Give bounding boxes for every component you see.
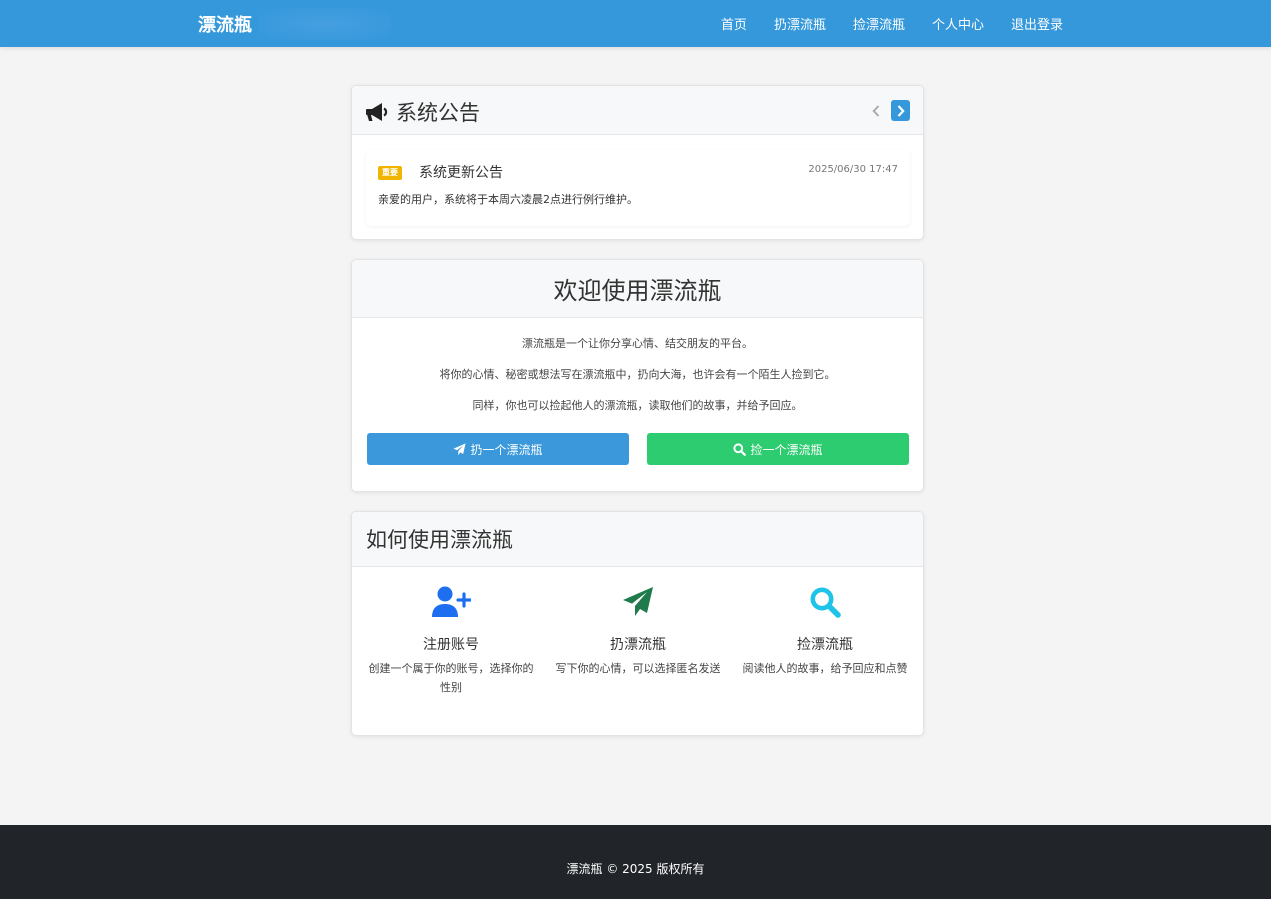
next-announcement-button[interactable] bbox=[891, 100, 910, 121]
feature-throw-desc: 写下你的心情，可以选择匿名发送 bbox=[555, 662, 721, 675]
paper-plane-icon bbox=[453, 442, 467, 455]
feature-pick-title: 捡漂流瓶 bbox=[797, 637, 853, 653]
feature-pick: 捡漂流瓶 阅读他人的故事，给予回应和点赞 bbox=[738, 584, 912, 678]
navbar: 漂流瓶 首页 扔漂流瓶 捡漂流瓶 个人中心 退出登录 bbox=[0, 0, 1271, 47]
nav-pick-bottle[interactable]: 捡漂流瓶 bbox=[853, 14, 905, 33]
howto-header: 如何使用漂流瓶 bbox=[352, 512, 923, 567]
announcement-title-text: 系统公告 bbox=[396, 101, 480, 125]
nav-profile[interactable]: 个人中心 bbox=[932, 14, 984, 33]
nav-throw-bottle[interactable]: 扔漂流瓶 bbox=[774, 14, 826, 33]
welcome-title: 欢迎使用漂流瓶 bbox=[553, 277, 722, 305]
feature-register: 注册账号 创建一个属于你的账号，选择你的性别 bbox=[364, 584, 538, 697]
announcement-header: 系统公告 bbox=[352, 86, 923, 135]
welcome-line-1: 漂流瓶是一个让你分享心情、结交朋友的平台。 bbox=[522, 337, 753, 350]
welcome-line-2: 将你的心情、秘密或想法写在漂流瓶中，扔向大海，也许会有一个陌生人捡到它。 bbox=[439, 368, 836, 381]
welcome-line-3: 同样，你也可以捡起他人的漂流瓶，读取他们的故事，并给予回应。 bbox=[472, 399, 803, 412]
throw-bottle-button[interactable]: 扔一个漂流瓶 bbox=[367, 433, 629, 465]
footer-copyright: 漂流瓶 © 2025 版权所有 bbox=[566, 862, 705, 876]
feature-pick-desc: 阅读他人的故事，给予回应和点赞 bbox=[742, 662, 908, 675]
chevron-right-icon bbox=[897, 104, 905, 117]
paper-plane-icon bbox=[623, 587, 653, 616]
announcement-date: 2025/06/30 17:47 bbox=[808, 164, 898, 175]
importance-badge: 重要 bbox=[378, 166, 402, 180]
announcement-body: 亲爱的用户，系统将于本周六凌晨2点进行例行维护。 bbox=[378, 193, 638, 206]
feature-register-desc: 创建一个属于你的账号，选择你的性别 bbox=[368, 662, 534, 694]
chevron-left-icon bbox=[872, 105, 880, 117]
welcome-card: 欢迎使用漂流瓶 漂流瓶是一个让你分享心情、结交朋友的平台。 将你的心情、秘密或想… bbox=[351, 259, 924, 492]
throw-bottle-label: 扔一个漂流瓶 bbox=[470, 442, 543, 457]
previous-announcement-button[interactable] bbox=[868, 101, 884, 121]
nav-links: 首页 扔漂流瓶 捡漂流瓶 个人中心 退出登录 bbox=[721, 0, 1063, 47]
feature-register-title: 注册账号 bbox=[423, 637, 479, 653]
footer: 漂流瓶 © 2025 版权所有 bbox=[0, 825, 1271, 899]
blurred-region bbox=[258, 8, 392, 40]
howto-card: 如何使用漂流瓶 注册账号 创建一个属于你的账号，选择你的性别 扔漂流瓶 写下你的… bbox=[351, 511, 924, 736]
megaphone-icon bbox=[366, 103, 388, 121]
howto-title: 如何使用漂流瓶 bbox=[366, 528, 513, 552]
search-icon bbox=[810, 587, 841, 618]
feature-throw: 扔漂流瓶 写下你的心情，可以选择匿名发送 bbox=[551, 584, 725, 678]
pick-bottle-button[interactable]: 捡一个漂流瓶 bbox=[647, 433, 909, 465]
announcement-card: 系统公告 重要 系统更新公告 2025/06/30 17:47 亲爱的用户，系统… bbox=[351, 85, 924, 240]
search-icon bbox=[733, 442, 747, 456]
announcement-title: 系统公告 bbox=[366, 97, 480, 127]
nav-logout[interactable]: 退出登录 bbox=[1011, 14, 1063, 33]
announcement-item[interactable]: 重要 系统更新公告 2025/06/30 17:47 亲爱的用户，系统将于本周六… bbox=[366, 150, 910, 226]
brand-logo[interactable]: 漂流瓶 bbox=[198, 11, 252, 37]
nav-home[interactable]: 首页 bbox=[721, 14, 747, 33]
feature-throw-title: 扔漂流瓶 bbox=[610, 637, 666, 653]
welcome-header: 欢迎使用漂流瓶 bbox=[352, 260, 923, 318]
pick-bottle-label: 捡一个漂流瓶 bbox=[750, 442, 823, 457]
user-plus-icon bbox=[432, 586, 471, 617]
announcement-heading: 系统更新公告 bbox=[419, 165, 503, 181]
